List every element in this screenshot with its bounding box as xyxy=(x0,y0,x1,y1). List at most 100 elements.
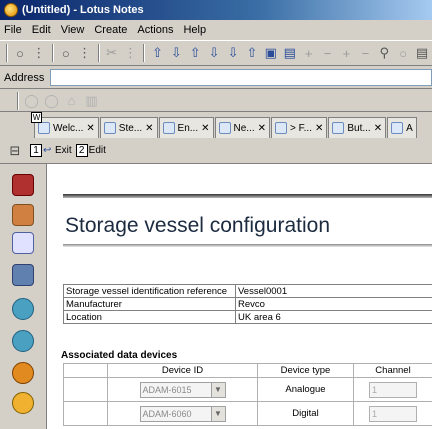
nav-down-icon[interactable]: ⇩ xyxy=(167,43,185,63)
edit-button[interactable]: 2 Edit xyxy=(75,144,106,157)
channel-input[interactable]: 1 xyxy=(369,405,417,422)
todo-bookmark-icon[interactable] xyxy=(12,232,34,254)
toolbar-divider xyxy=(143,44,146,62)
expand-icon[interactable]: + xyxy=(300,43,318,63)
table-row: ADAM-6015 ▼ Analogue 1 xyxy=(63,377,432,402)
chevron-down-icon[interactable]: ▼ xyxy=(210,382,225,397)
table-header-row: Device ID Device type Channel xyxy=(63,363,432,378)
column-header-device-id: Device ID xyxy=(107,363,258,378)
find-icon[interactable]: ○ xyxy=(394,43,412,63)
menu-dots-icon[interactable]: ⋮ xyxy=(122,43,140,63)
channel-cell: 1 xyxy=(353,401,432,426)
close-icon[interactable]: ✕ xyxy=(315,123,323,134)
home-icon xyxy=(38,122,50,134)
tab-shortcut-badge: W xyxy=(31,112,42,123)
close-icon[interactable]: ✕ xyxy=(374,123,382,134)
nav-prev-icon[interactable]: ⇧ xyxy=(186,43,204,63)
shortcut-number: 2 xyxy=(75,144,88,157)
vessel-info-table: Storage vessel identification reference … xyxy=(63,284,432,324)
print-icon[interactable]: ▥ xyxy=(82,91,101,111)
database-icon xyxy=(275,122,288,134)
menu-dots-icon[interactable]: ⋮ xyxy=(76,43,94,63)
close-icon[interactable]: ✕ xyxy=(145,123,153,134)
tab-label: En... xyxy=(177,122,199,134)
tab-label: A xyxy=(406,122,413,134)
main-toolbar: ○ ⋮ ○ ⋮ ✂ ⋮ ⇧ ⇩ ⇧ ⇩ ⇩ ⇧ ▣ ▤ + − + − ⚲ ○ … xyxy=(0,40,432,66)
nav-next-icon[interactable]: ⇩ xyxy=(205,43,223,63)
nav-unread-down-icon[interactable]: ⇩ xyxy=(224,43,242,63)
document-pane: Storage vessel configuration Storage ves… xyxy=(46,164,432,429)
database-icon xyxy=(391,122,404,134)
chat-bookmark-icon[interactable] xyxy=(12,298,34,320)
open-space-icon[interactable]: ○ xyxy=(57,43,75,63)
address-input[interactable] xyxy=(50,69,432,86)
replicator-bookmark-icon[interactable] xyxy=(12,362,34,384)
tab-environment[interactable]: En... ✕ xyxy=(158,117,214,138)
toolbar-divider xyxy=(97,44,100,62)
tab-folder[interactable]: > F... ✕ xyxy=(271,117,328,138)
chat-icon[interactable]: ◯ xyxy=(42,91,61,111)
cut-icon[interactable]: ✂ xyxy=(103,43,121,63)
device-id-value: ADAM-6015 xyxy=(142,384,192,395)
properties-icon[interactable]: ▤ xyxy=(413,43,431,63)
back-icon[interactable]: ◯ xyxy=(22,91,41,111)
discussion-bookmark-icon[interactable] xyxy=(12,330,34,352)
tab-active[interactable]: A xyxy=(387,117,417,138)
tab-new[interactable]: Ne... ✕ xyxy=(214,117,271,138)
device-id-select[interactable]: ADAM-6015 ▼ xyxy=(139,381,226,398)
device-type-cell: Analogue xyxy=(257,377,354,402)
title-bottom-rule xyxy=(63,244,432,247)
search-binoculars-icon[interactable]: ⚲ xyxy=(375,43,393,63)
table-row: Manufacturer Revco xyxy=(63,297,432,311)
tab-label: Welc... xyxy=(53,122,84,134)
tab-buttons[interactable]: But... ✕ xyxy=(328,117,387,138)
menu-edit[interactable]: Edit xyxy=(32,24,51,36)
mail-bookmark-icon[interactable] xyxy=(12,174,34,196)
column-header-device-type: Device type xyxy=(257,363,354,378)
database-icon xyxy=(218,122,231,134)
devices-heading: Associated data devices xyxy=(61,350,178,361)
toolbar-grip xyxy=(17,91,19,110)
tab-storage[interactable]: Ste... ✕ xyxy=(99,117,158,138)
close-icon[interactable]: ✕ xyxy=(201,123,209,134)
column-header-channel: Channel xyxy=(353,363,432,378)
preview-icon[interactable]: ▤ xyxy=(281,43,299,63)
menu-create[interactable]: Create xyxy=(94,24,127,36)
table-row: ADAM-6060 ▼ Digital 1 xyxy=(63,401,432,426)
menu-file[interactable]: File xyxy=(4,24,22,36)
row-blank xyxy=(63,377,108,402)
nav-up-icon[interactable]: ⇧ xyxy=(148,43,166,63)
channel-input[interactable]: 1 xyxy=(369,381,417,398)
chevron-down-icon[interactable]: ▼ xyxy=(210,406,225,421)
field-label: Location xyxy=(63,310,236,324)
device-type-cell: Digital xyxy=(257,401,354,426)
collapse-all-icon[interactable]: − xyxy=(356,43,374,63)
location-value: UK area 6 xyxy=(235,310,432,324)
title-bar: (Untitled) - Lotus Notes xyxy=(0,0,432,20)
title-top-rule xyxy=(63,194,432,198)
menu-actions[interactable]: Actions xyxy=(137,24,173,36)
exit-button[interactable]: 1 ↩ Exit xyxy=(30,144,72,157)
document-icon[interactable]: ▣ xyxy=(262,43,280,63)
lock-icon[interactable]: ⌂ xyxy=(62,91,81,111)
device-id-select[interactable]: ADAM-6060 ▼ xyxy=(139,405,226,422)
toolbar-divider xyxy=(51,44,54,62)
contacts-bookmark-icon[interactable] xyxy=(12,264,34,286)
close-icon[interactable]: ✕ xyxy=(258,123,266,134)
calendar-bookmark-icon[interactable] xyxy=(12,204,34,226)
menu-dots-icon[interactable]: ⋮ xyxy=(30,43,48,63)
toolbar-grip xyxy=(6,44,8,62)
nav-unread-up-icon[interactable]: ⇧ xyxy=(243,43,261,63)
expand-all-icon[interactable]: + xyxy=(338,43,356,63)
menu-help[interactable]: Help xyxy=(183,24,206,36)
databases-bookmark-icon[interactable] xyxy=(12,392,34,414)
devices-table: Device ID Device type Channel ADAM-6015 … xyxy=(63,363,432,426)
tab-welcome[interactable]: W Welc... ✕ xyxy=(31,112,99,138)
collapse-icon[interactable]: − xyxy=(319,43,337,63)
menu-view[interactable]: View xyxy=(61,24,85,36)
open-icon[interactable]: ○ xyxy=(11,43,29,63)
close-icon[interactable]: ✕ xyxy=(86,123,94,134)
exit-icon: ↩ xyxy=(43,144,52,156)
field-label: Storage vessel identification reference xyxy=(63,284,236,298)
action-bar-toggle-icon[interactable]: ⊟ xyxy=(4,140,26,162)
